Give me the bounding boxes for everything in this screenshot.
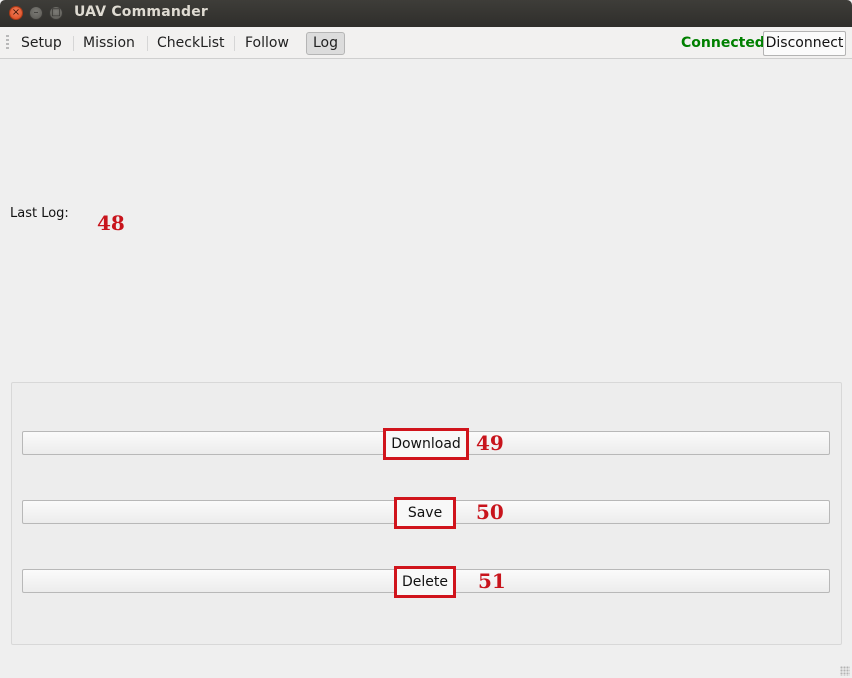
tab-checklist[interactable]: CheckList [151, 32, 231, 55]
title-bar: × – □ UAV Commander [0, 0, 852, 27]
tab-separator [147, 36, 148, 51]
close-window-icon[interactable]: × [9, 6, 23, 20]
tab-follow[interactable]: Follow [239, 32, 295, 55]
tab-mission[interactable]: Mission [77, 32, 141, 55]
delete-button-label[interactable]: Delete [394, 566, 456, 598]
maximize-window-icon[interactable]: □ [49, 6, 63, 20]
minimize-window-icon[interactable]: – [29, 6, 43, 20]
tab-log[interactable]: Log [306, 32, 346, 55]
download-button-label[interactable]: Download [383, 428, 469, 460]
save-button-label[interactable]: Save [394, 497, 456, 529]
window-title: UAV Commander [74, 4, 209, 20]
annotation-marker: 49 [476, 431, 504, 455]
disconnect-button[interactable]: Disconnect [763, 31, 846, 56]
toolbar-grip-icon[interactable] [6, 35, 9, 51]
tab-separator [234, 36, 235, 51]
annotation-marker: 48 [97, 211, 125, 235]
annotation-marker: 51 [478, 569, 506, 593]
tab-setup[interactable]: Setup [15, 32, 68, 55]
resize-grip-icon[interactable] [840, 666, 850, 676]
last-log-label: Last Log: [10, 206, 69, 221]
connection-status: Connected [681, 35, 765, 51]
tab-bar: Setup Mission CheckList Follow Log Conne… [0, 27, 852, 59]
tab-separator [73, 36, 74, 51]
annotation-marker: 50 [476, 500, 504, 524]
